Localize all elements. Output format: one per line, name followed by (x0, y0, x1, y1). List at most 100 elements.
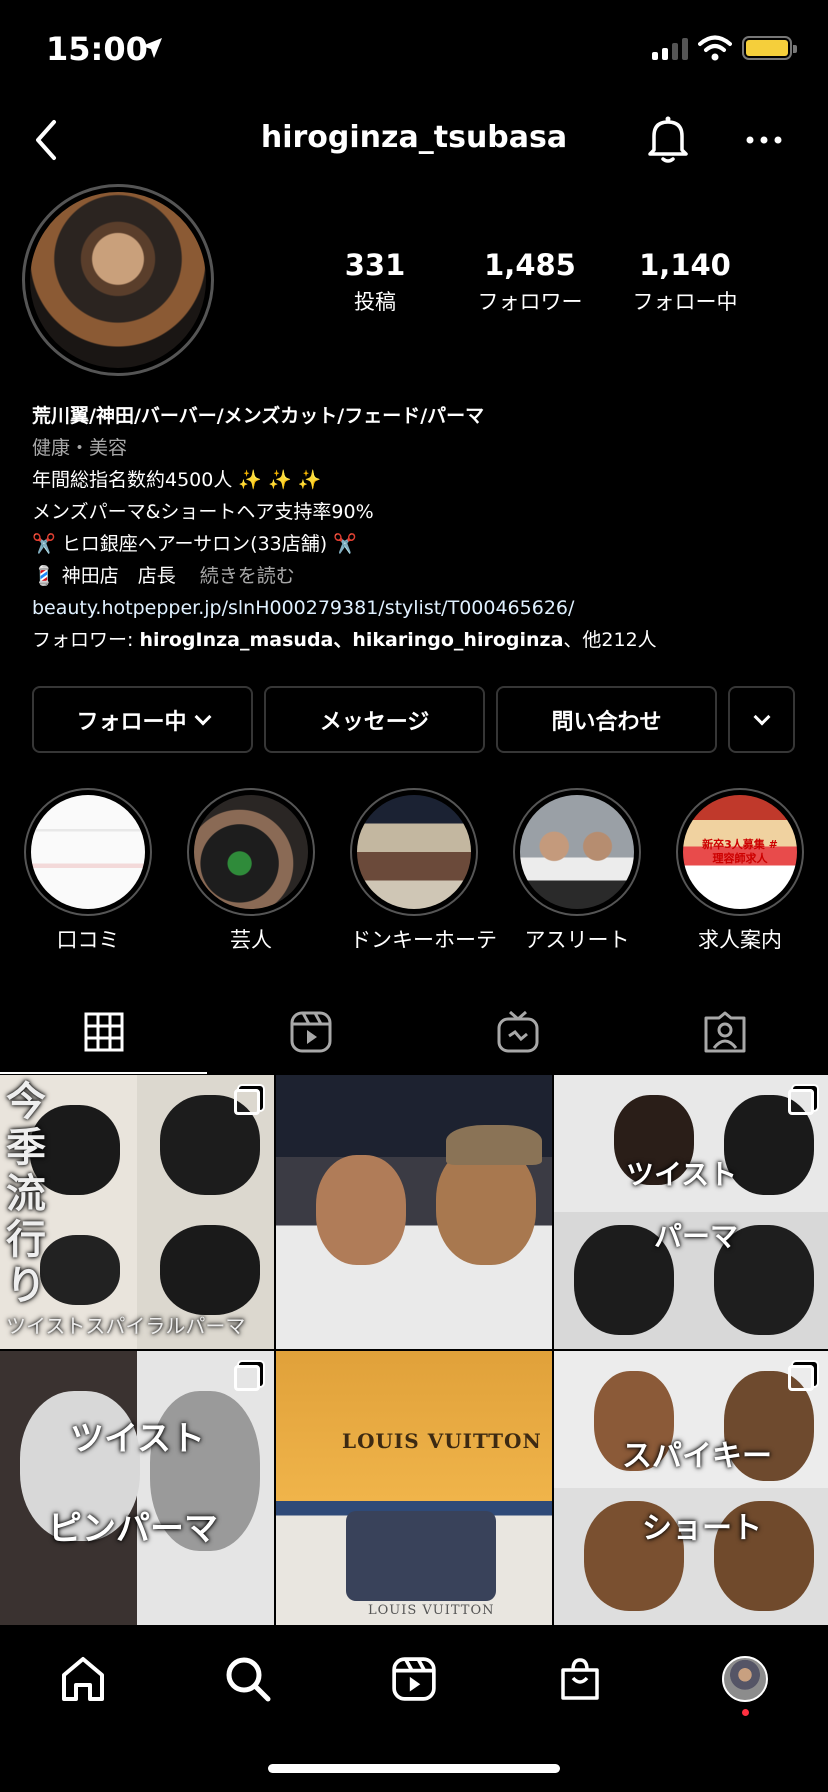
contact-button[interactable]: 問い合わせ (496, 686, 717, 753)
nav-search[interactable] (166, 1624, 332, 1734)
highlight-athletes[interactable]: アスリート (513, 788, 641, 954)
tab-igtv[interactable] (414, 990, 621, 1074)
cellular-signal-icon (652, 36, 688, 60)
stat-followers-label: フォロワー (477, 290, 583, 314)
highlight-label: 求人案内 (698, 928, 782, 952)
carousel-icon (234, 1089, 260, 1115)
profile-display-name: 荒川翼/神田/バーバー/メンズカット/フェード/パーマ (32, 405, 485, 427)
post-tile[interactable] (276, 1075, 552, 1349)
message-button-label: メッセージ (319, 709, 430, 735)
bio-line-3: ✂️ ヒロ銀座ヘアーサロン(33店舗) ✂️ (32, 533, 357, 555)
status-time: 15:00 (46, 30, 148, 68)
highlight-label: アスリート (524, 928, 630, 952)
profile-category: 健康・美容 (32, 437, 128, 459)
carousel-icon (234, 1365, 260, 1391)
notification-bell-icon[interactable] (646, 114, 690, 164)
highlight-reviews[interactable]: 口コミ (24, 788, 152, 954)
story-highlights: 口コミ 芸人 ドンキーホーテ アスリート 新卒3人募集 #理容師求人 求人案内 (24, 788, 828, 954)
highlight-label: ドンキーホーテ (350, 928, 497, 952)
read-more-link[interactable]: 続きを読む (200, 565, 295, 587)
profile-avatar-icon (722, 1656, 769, 1702)
post-caption: 今季流行り (6, 1078, 46, 1309)
post-caption: ピンパーマ (48, 1509, 218, 1549)
profile-bio: 荒川翼/神田/バーバー/メンズカット/フェード/パーマ 健康・美容 年間総指名数… (32, 400, 812, 656)
stat-posts-count: 331 (344, 248, 406, 282)
followed-by-suffix: 、他212人 (563, 629, 657, 651)
wifi-icon (698, 35, 732, 61)
following-button-label: フォロー中 (76, 709, 187, 735)
bio-website-link[interactable]: beauty.hotpepper.jp/slnH000279381/stylis… (32, 592, 812, 624)
notification-dot (742, 1709, 750, 1716)
suggested-accounts-button[interactable] (728, 686, 795, 753)
highlight-donki[interactable]: ドンキーホーテ (350, 788, 497, 954)
igtv-icon (497, 1010, 538, 1053)
grid-icon (84, 1012, 123, 1052)
chevron-down-icon (753, 708, 770, 725)
followed-by-names: hirogInza_masuda、hikaringo_hiroginza (139, 629, 564, 651)
contact-button-label: 問い合わせ (551, 709, 662, 735)
message-button[interactable]: メッセージ (264, 686, 485, 753)
bottom-nav (0, 1624, 828, 1734)
search-icon (226, 1657, 271, 1702)
tagged-icon (704, 1011, 745, 1053)
status-bar: 15:00 (0, 0, 828, 100)
profile-header: hiroginza_tsubasa (0, 110, 828, 170)
posts-grid: 今季流行り ツイストスパイラルパーマ ツイスト パーマ ツイスト ピンパーマ L… (0, 1075, 828, 1625)
chevron-down-icon (194, 708, 211, 725)
tab-posts-grid[interactable] (0, 990, 207, 1074)
profile-avatar[interactable] (22, 184, 214, 376)
highlight-image (357, 795, 471, 909)
post-caption: ツイスト (626, 1158, 738, 1191)
post-caption: LOUIS VUITTON (368, 1603, 495, 1618)
stat-posts-label: 投稿 (354, 290, 396, 314)
avatar-image (30, 192, 206, 368)
more-options-icon[interactable] (744, 130, 784, 150)
nav-reels[interactable] (331, 1624, 497, 1734)
highlight-recruiting[interactable]: 新卒3人募集 #理容師求人 求人案内 (676, 788, 804, 954)
home-indicator (268, 1764, 560, 1773)
reels-icon (290, 1011, 331, 1053)
post-caption: ツイストスパイラルパーマ (6, 1314, 246, 1338)
post-caption: ツイスト (70, 1419, 205, 1459)
nav-shop[interactable] (497, 1624, 663, 1734)
post-tile[interactable]: LOUIS VUITTON LOUIS VUITTON (276, 1351, 552, 1625)
post-tile[interactable]: スパイキー ショート (554, 1351, 828, 1625)
highlight-label: 口コミ (56, 928, 120, 952)
location-arrow-icon (142, 38, 162, 58)
stat-followers-count: 1,485 (484, 248, 576, 282)
shopping-bag-icon (560, 1658, 599, 1700)
tab-reels[interactable] (207, 990, 414, 1074)
followed-by-prefix: フォロワー: (32, 629, 140, 651)
nav-home[interactable] (0, 1624, 166, 1734)
carousel-icon (788, 1365, 814, 1391)
bio-line-4: 💈 神田店 店長 (32, 565, 176, 587)
post-caption: スパイキー (622, 1439, 772, 1474)
home-icon (61, 1657, 104, 1701)
stat-posts[interactable]: 331 投稿 (300, 248, 450, 316)
post-tile[interactable]: ツイスト ピンパーマ (0, 1351, 274, 1625)
carousel-icon (788, 1089, 814, 1115)
highlight-image (194, 795, 308, 909)
post-tile[interactable]: ツイスト パーマ (554, 1075, 828, 1349)
battery-icon (742, 36, 797, 60)
post-caption: LOUIS VUITTON (342, 1429, 542, 1453)
stat-followers[interactable]: 1,485 フォロワー (455, 248, 605, 316)
highlight-label: 芸人 (230, 928, 272, 952)
bio-line-1: 年間総指名数約4500人 ✨ ✨ ✨ (32, 469, 322, 491)
bio-line-2: メンズパーマ&ショートヘア支持率90% (32, 501, 374, 523)
stat-following[interactable]: 1,140 フォロー中 (610, 248, 760, 316)
tab-tagged[interactable] (621, 990, 828, 1074)
followed-by[interactable]: フォロワー: hirogInza_masuda、hikaringo_hirogi… (32, 624, 812, 656)
highlight-comedians[interactable]: 芸人 (187, 788, 315, 954)
nav-profile[interactable] (662, 1624, 828, 1734)
following-button[interactable]: フォロー中 (32, 686, 253, 753)
profile-actions: フォロー中 メッセージ 問い合わせ (32, 686, 795, 753)
highlight-image: 新卒3人募集 #理容師求人 (683, 795, 797, 909)
highlight-image (31, 795, 145, 909)
stat-following-label: フォロー中 (632, 290, 738, 314)
post-caption: ショート (642, 1511, 762, 1546)
bio-line-4-row: 💈 神田店 店長 続きを読む (32, 560, 812, 592)
post-tile[interactable]: 今季流行り ツイストスパイラルパーマ (0, 1075, 274, 1349)
profile-stats: 331 投稿 1,485 フォロワー 1,140 フォロー中 (300, 248, 760, 316)
highlight-image (520, 795, 634, 909)
